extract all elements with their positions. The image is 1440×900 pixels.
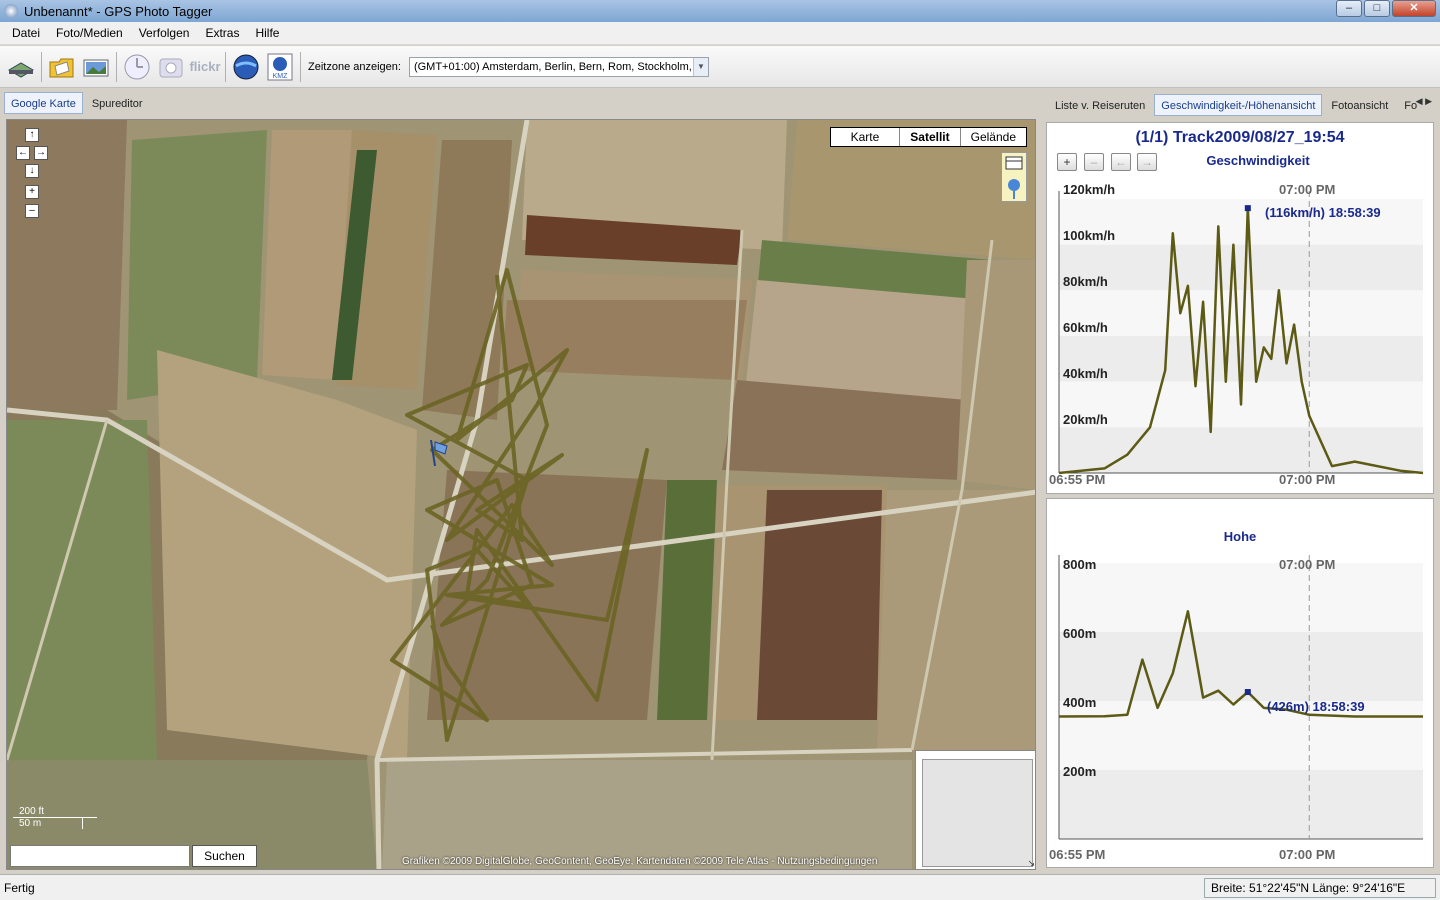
- clock-icon[interactable]: [120, 50, 154, 84]
- chart-band: [1059, 770, 1423, 839]
- chart-band: [1059, 427, 1423, 473]
- toolbar: flickr KMZ Zeitzone anzeigen: (GMT+01:00…: [0, 46, 1440, 88]
- menu-verfolgen[interactable]: Verfolgen: [131, 26, 198, 40]
- status-text: Fertig: [4, 880, 35, 895]
- x-label: 06:55 PM: [1049, 472, 1106, 487]
- tab-google-karte[interactable]: Google Karte: [4, 92, 83, 114]
- top-time-label: 07:00 PM: [1279, 557, 1336, 572]
- window-title: Unbenannt* - GPS Photo Tagger: [24, 3, 213, 19]
- search-button[interactable]: Suchen: [192, 845, 257, 867]
- y-label: 20km/h: [1063, 412, 1108, 427]
- pan-up-icon[interactable]: ↑: [25, 128, 39, 142]
- zoom-in-icon[interactable]: +: [25, 185, 39, 199]
- tab-fotoansicht[interactable]: Fotoansicht: [1324, 94, 1395, 116]
- menu-bar: Datei Foto/Medien Verfolgen Extras Hilfe: [0, 22, 1440, 45]
- chart-band: [1059, 632, 1423, 701]
- chart-band: [1059, 701, 1423, 770]
- resize-icon[interactable]: ↘: [1027, 858, 1035, 869]
- y-label: 400m: [1063, 695, 1097, 710]
- google-earth-icon[interactable]: [229, 50, 263, 84]
- import-icon[interactable]: [4, 50, 38, 84]
- photos-icon[interactable]: [79, 50, 113, 84]
- map-imagery: [7, 120, 1035, 869]
- top-time-label: 07:00 PM: [1279, 182, 1336, 197]
- close-button[interactable]: ✕: [1392, 0, 1436, 17]
- right-tabs: Liste v. Reiseruten Geschwindigkeit-/Höh…: [1048, 94, 1424, 118]
- pan-right-icon[interactable]: →: [34, 146, 48, 160]
- y-label: 200m: [1063, 764, 1097, 779]
- map-type-gelaende[interactable]: Gelände: [959, 128, 1026, 146]
- x-label: 06:55 PM: [1049, 847, 1106, 862]
- chart-band: [1059, 244, 1423, 291]
- pan-down-icon[interactable]: ↓: [25, 164, 39, 178]
- speed-chart: (1/1) Track2009/08/27_19:54 + – ← → Gesc…: [1046, 122, 1434, 494]
- height-chart: Hohe 800m 600m 400m 200m 07:00 PM 06:55 …: [1046, 498, 1434, 868]
- chart-band: [1059, 290, 1423, 336]
- menu-foto-medien[interactable]: Foto/Medien: [48, 26, 131, 40]
- height-plot: [1058, 555, 1423, 840]
- y-label: 100km/h: [1063, 228, 1116, 243]
- flickr-icon[interactable]: flickr: [188, 50, 222, 84]
- y-label: 60km/h: [1063, 320, 1108, 335]
- tab-hoehenansicht[interactable]: Geschwindigkeit-/Höhenansicht: [1154, 94, 1323, 116]
- pan-left-icon[interactable]: ←: [16, 146, 30, 160]
- y-label: 80km/h: [1063, 274, 1108, 289]
- kmz-icon[interactable]: KMZ: [263, 50, 297, 84]
- camera-icon[interactable]: [154, 50, 188, 84]
- satellite-map[interactable]: ↑ ← → ↓ + – Karte Satellit Gelände 200 f…: [6, 119, 1036, 870]
- data-marker: [1244, 205, 1251, 212]
- timezone-select[interactable]: (GMT+01:00) Amsterdam, Berlin, Bern, Rom…: [408, 56, 709, 77]
- app-icon: [4, 4, 18, 18]
- left-tabs: Google Karte Spureditor: [4, 92, 150, 116]
- data-marker: [1244, 689, 1251, 696]
- status-bar: Fertig Breite: 51°22'45"N Länge: 9°24'16…: [0, 874, 1440, 900]
- x-label: 07:00 PM: [1279, 847, 1336, 862]
- timezone-label: Zeitzone anzeigen:: [308, 60, 401, 73]
- right-panel: Liste v. Reiseruten Geschwindigkeit-/Höh…: [1040, 90, 1440, 872]
- chevron-down-icon[interactable]: ▼: [692, 57, 708, 76]
- overview-map[interactable]: ↘: [915, 750, 1035, 869]
- tab-reiserouten[interactable]: Liste v. Reiseruten: [1048, 94, 1152, 116]
- y-label: 120km/h: [1063, 182, 1116, 197]
- y-label: 600m: [1063, 626, 1097, 641]
- menu-extras[interactable]: Extras: [197, 26, 247, 40]
- map-scale: 200 ft 50 m: [13, 806, 97, 829]
- menu-hilfe[interactable]: Hilfe: [247, 26, 287, 40]
- coordinates-readout: Breite: 51°22'45"N Länge: 9°24'16"E: [1204, 877, 1436, 898]
- title-bar: Unbenannt* - GPS Photo Tagger – □ ✕: [0, 0, 1440, 22]
- speed-plot: [1058, 191, 1424, 475]
- y-label: 800m: [1063, 557, 1097, 572]
- speed-marker-label: (116km/h) 18:58:39: [1265, 205, 1381, 220]
- map-type-selector: Karte Satellit Gelände: [829, 127, 1027, 147]
- x-label: 07:00 PM: [1279, 472, 1336, 487]
- chart-band: [1059, 563, 1423, 632]
- minimize-button[interactable]: –: [1336, 0, 1362, 17]
- map-type-karte[interactable]: Karte: [831, 128, 900, 146]
- open-folder-icon[interactable]: [45, 50, 79, 84]
- height-marker-label: (426m) 18:58:39: [1267, 699, 1365, 714]
- tab-scroll-arrows[interactable]: ◀ ▶: [1416, 96, 1432, 107]
- zoom-out-icon[interactable]: –: [25, 204, 39, 218]
- svg-text:KMZ: KMZ: [273, 73, 289, 80]
- map-tools: [1001, 152, 1027, 202]
- tab-spureditor[interactable]: Spureditor: [85, 92, 150, 114]
- map-type-satellit[interactable]: Satellit: [899, 128, 959, 146]
- y-label: 40km/h: [1063, 366, 1108, 381]
- menu-datei[interactable]: Datei: [4, 26, 48, 40]
- map-search-input[interactable]: [10, 845, 190, 867]
- map-copyright: Grafiken ©2009 DigitalGlobe, GeoContent,…: [402, 856, 878, 867]
- maximize-button[interactable]: □: [1364, 0, 1390, 17]
